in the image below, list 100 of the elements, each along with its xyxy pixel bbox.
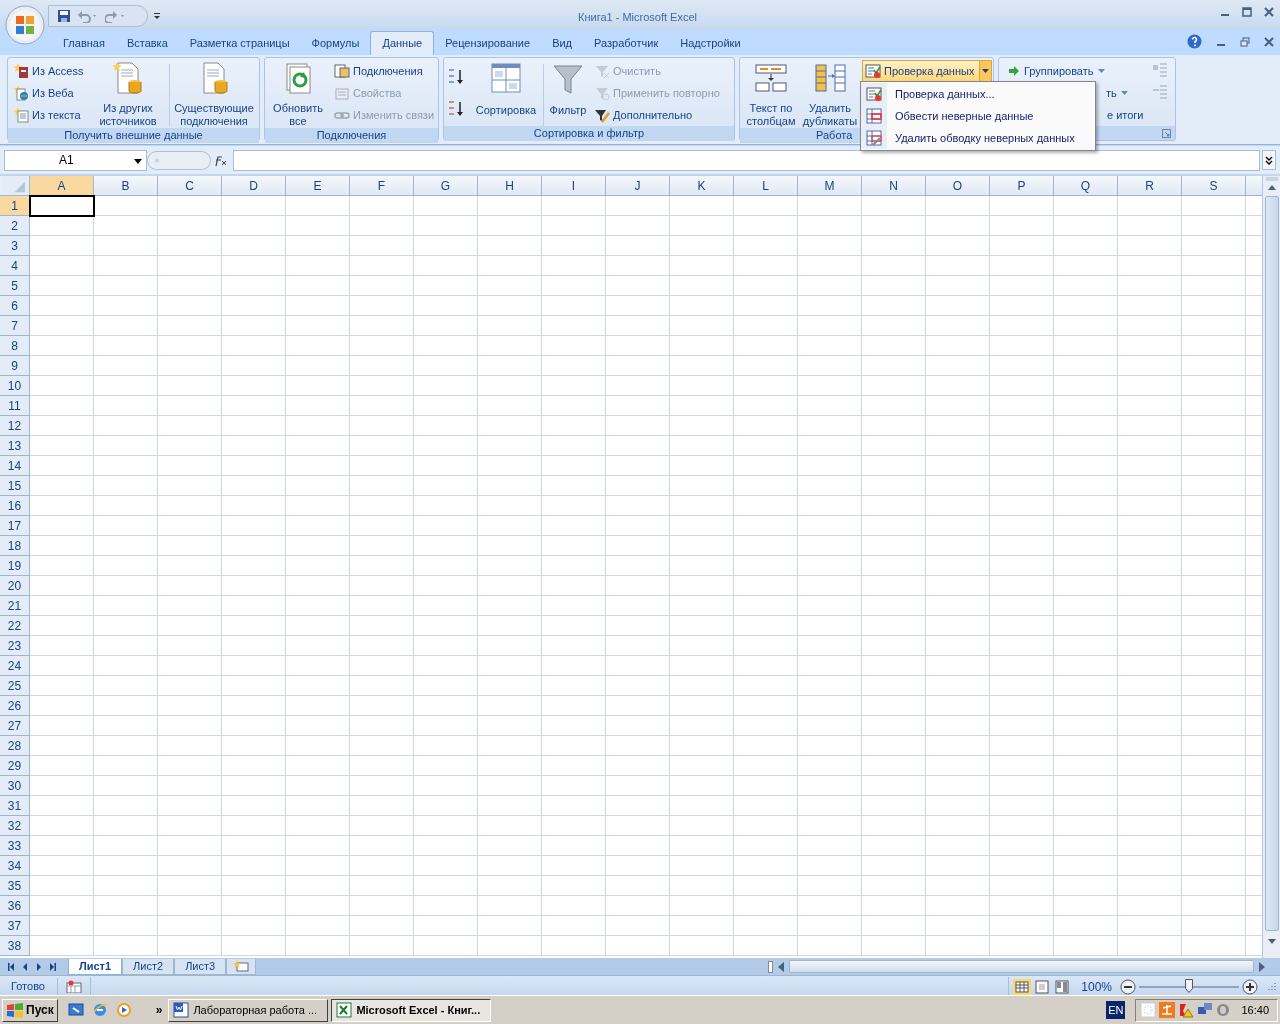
- sheet-first-icon[interactable]: [8, 962, 14, 971]
- normal-view-icon[interactable]: [1013, 978, 1032, 995]
- ribbon-button[interactable]: Текст по столбцам: [743, 60, 799, 128]
- row-header[interactable]: 23: [0, 636, 30, 656]
- selected-cell[interactable]: [29, 195, 95, 217]
- column-header[interactable]: G: [414, 176, 478, 196]
- page-break-icon[interactable]: [1053, 978, 1072, 995]
- insert-sheet-icon[interactable]: [233, 960, 250, 972]
- ribbon-button[interactable]: Фильтр: [546, 60, 590, 119]
- ribbon-button[interactable]: е итоги: [1107, 106, 1144, 124]
- ribbon-tab[interactable]: Вид: [541, 31, 584, 55]
- row-header[interactable]: 32: [0, 816, 30, 836]
- close-icon[interactable]: [1264, 7, 1274, 17]
- scroll-thumb[interactable]: [1264, 196, 1279, 931]
- column-header[interactable]: E: [286, 176, 350, 196]
- row-header[interactable]: 24: [0, 656, 30, 676]
- row-header[interactable]: 26: [0, 696, 30, 716]
- row-header[interactable]: 1: [0, 196, 30, 216]
- browser-icon[interactable]: [91, 1002, 108, 1018]
- dialog-launcher-icon[interactable]: [1162, 128, 1171, 138]
- column-header[interactable]: F: [350, 176, 414, 196]
- row-header[interactable]: 7: [0, 316, 30, 336]
- dropdown-caret-icon[interactable]: [134, 158, 142, 164]
- sheet-tab[interactable]: Лист2: [122, 958, 175, 975]
- scroll-split-icon[interactable]: [768, 960, 774, 973]
- row-header[interactable]: 31: [0, 796, 30, 816]
- row-header[interactable]: 19: [0, 556, 30, 576]
- row-header[interactable]: 6: [0, 296, 30, 316]
- ribbon-button[interactable]: Подключения: [332, 60, 437, 82]
- row-header[interactable]: 13: [0, 436, 30, 456]
- start-button[interactable]: Пуск: [2, 998, 58, 1022]
- tray-scale-icon[interactable]: [1159, 1002, 1176, 1018]
- row-header[interactable]: 17: [0, 516, 30, 536]
- undo-icon[interactable]: [77, 9, 99, 23]
- media-player-icon[interactable]: [115, 1002, 132, 1018]
- maximize-icon[interactable]: [1242, 7, 1252, 17]
- ribbon-button[interactable]: ть: [1106, 84, 1117, 102]
- column-header[interactable]: Q: [1054, 176, 1118, 196]
- row-header[interactable]: 20: [0, 576, 30, 596]
- expand-formula-icon[interactable]: [1262, 150, 1276, 170]
- sheet-previous-icon[interactable]: [22, 962, 28, 971]
- column-header[interactable]: A: [30, 176, 94, 196]
- restore-icon[interactable]: [1240, 36, 1250, 47]
- row-header[interactable]: 25: [0, 676, 30, 696]
- row-header[interactable]: 11: [0, 396, 30, 416]
- close-icon[interactable]: [1264, 36, 1274, 47]
- sheet-next-icon[interactable]: [36, 962, 42, 971]
- sort-ascending-icon[interactable]: [447, 68, 465, 86]
- row-header[interactable]: 2: [0, 216, 30, 236]
- row-header[interactable]: 27: [0, 716, 30, 736]
- column-header[interactable]: S: [1182, 176, 1246, 196]
- redo-icon[interactable]: [105, 9, 127, 23]
- ribbon-button[interactable]: Обновить все: [268, 60, 328, 128]
- row-header[interactable]: 4: [0, 256, 30, 276]
- column-header[interactable]: O: [926, 176, 990, 196]
- ribbon-tab[interactable]: Рецензирование: [434, 31, 542, 55]
- ribbon-button[interactable]: Группировать: [1006, 60, 1144, 82]
- ribbon-button[interactable]: Удалить дубликаты: [801, 60, 859, 128]
- ribbon-button[interactable]: Из других источников: [89, 60, 168, 128]
- ribbon-tab[interactable]: Разметка страницы: [178, 31, 301, 55]
- row-header[interactable]: 37: [0, 916, 30, 936]
- sheet-tab[interactable]: Лист1: [68, 958, 123, 975]
- row-header[interactable]: 21: [0, 596, 30, 616]
- row-header[interactable]: 34: [0, 856, 30, 876]
- row-header[interactable]: 33: [0, 836, 30, 856]
- row-header[interactable]: 16: [0, 496, 30, 516]
- scroll-right-icon[interactable]: [1258, 961, 1267, 972]
- zoom-in-icon[interactable]: [1242, 978, 1258, 995]
- row-header[interactable]: 12: [0, 416, 30, 436]
- row-header[interactable]: 35: [0, 876, 30, 896]
- sheet-tab[interactable]: Лист3: [174, 958, 227, 975]
- row-header[interactable]: 5: [0, 276, 30, 296]
- zoom-slider-thumb[interactable]: [1185, 978, 1193, 993]
- row-header[interactable]: 9: [0, 356, 30, 376]
- row-header[interactable]: 30: [0, 776, 30, 796]
- row-header[interactable]: 22: [0, 616, 30, 636]
- ribbon-tab[interactable]: Надстройки: [669, 31, 752, 55]
- column-header[interactable]: P: [990, 176, 1054, 196]
- row-header[interactable]: 18: [0, 536, 30, 556]
- resize-grip-icon[interactable]: [1266, 981, 1276, 992]
- column-header[interactable]: C: [158, 176, 222, 196]
- column-header[interactable]: L: [734, 176, 798, 196]
- ribbon-button[interactable]: Существующие подключения: [172, 60, 256, 128]
- zoom-level[interactable]: 100%: [1081, 977, 1112, 996]
- scroll-left-icon[interactable]: [777, 961, 786, 972]
- page-layout-icon[interactable]: [1033, 978, 1052, 995]
- ribbon-button[interactable]: Из текста: [11, 104, 88, 126]
- column-header[interactable]: M: [798, 176, 862, 196]
- column-header[interactable]: R: [1118, 176, 1182, 196]
- help-icon[interactable]: [1187, 34, 1202, 49]
- column-header[interactable]: D: [222, 176, 286, 196]
- ribbon-tab[interactable]: Разработчик: [583, 31, 670, 55]
- ribbon-button[interactable]: Из Веба: [11, 82, 88, 104]
- language-indicator[interactable]: EN: [1106, 1000, 1126, 1020]
- record-macro-icon[interactable]: [66, 980, 82, 993]
- taskbar-button[interactable]: Лабораторная работа ...: [168, 998, 329, 1022]
- name-box[interactable]: A1: [4, 149, 147, 171]
- column-header[interactable]: I: [542, 176, 606, 196]
- row-header[interactable]: 8: [0, 336, 30, 356]
- row-header[interactable]: 10: [0, 376, 30, 396]
